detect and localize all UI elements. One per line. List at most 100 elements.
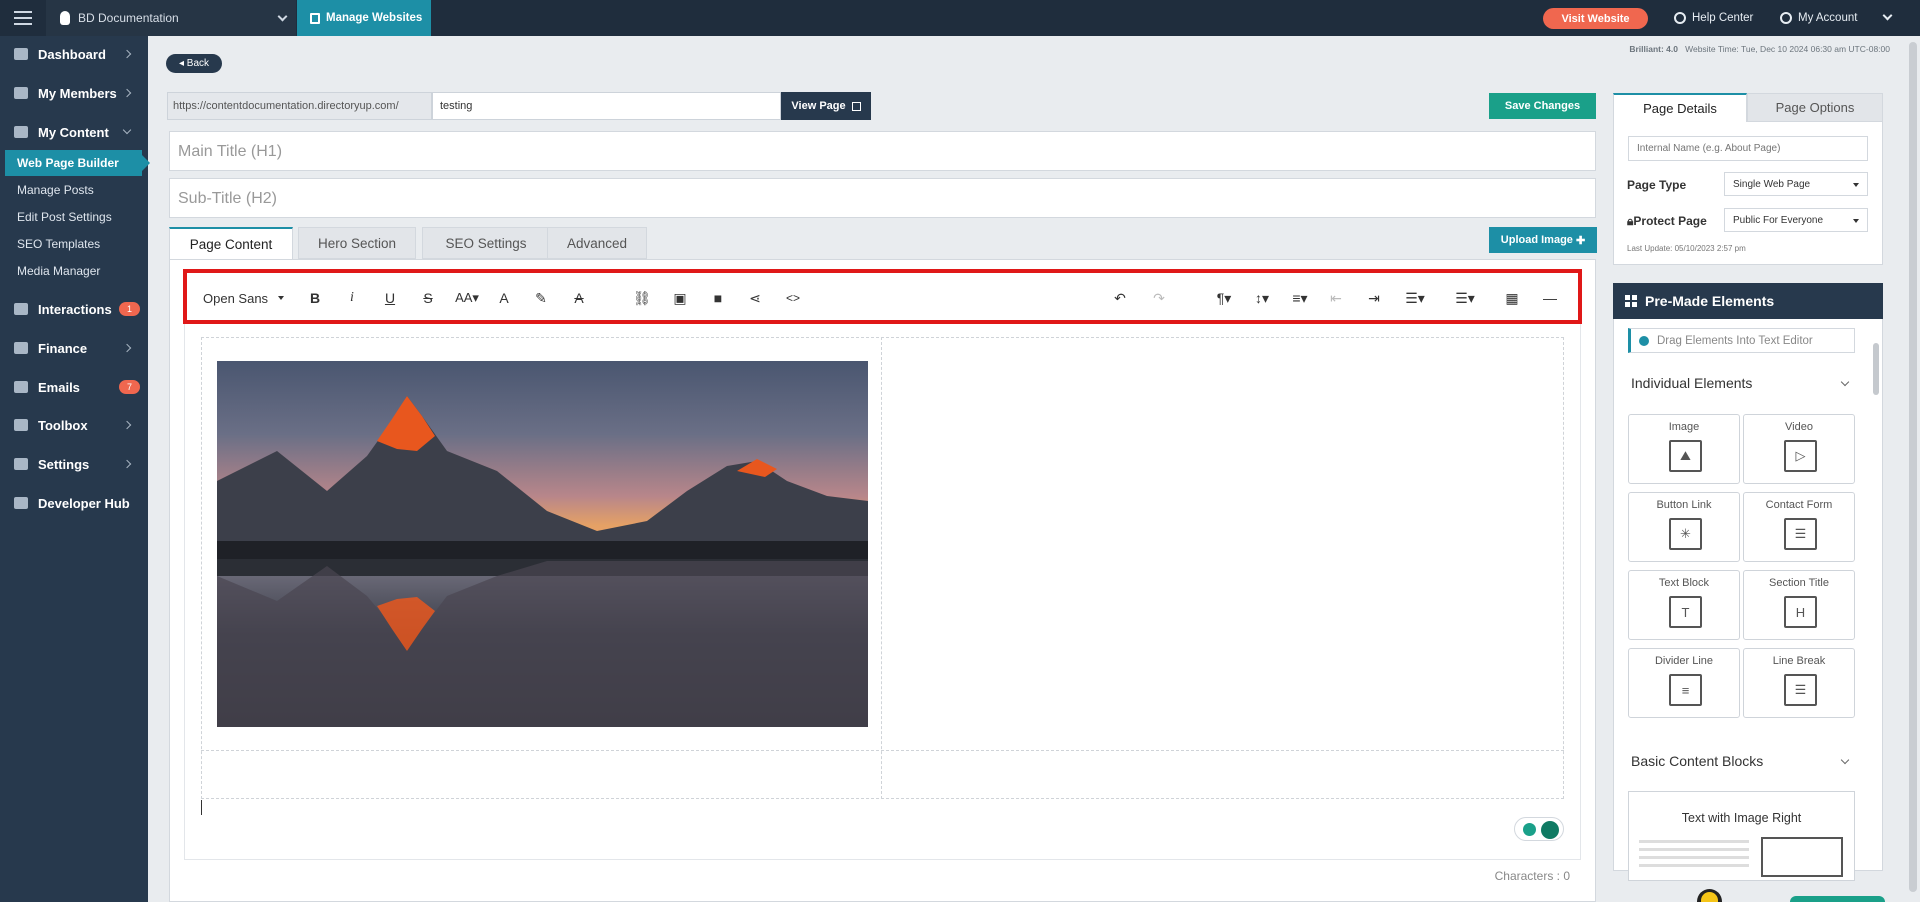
chat-button[interactable]: [1790, 896, 1885, 902]
italic-icon[interactable]: i: [341, 287, 363, 309]
undo-icon[interactable]: ↶: [1109, 287, 1131, 309]
element-button-link[interactable]: Button Link ✳: [1628, 492, 1740, 562]
info-icon: [1639, 335, 1649, 346]
sidebar-item-label: Dashboard: [38, 46, 106, 62]
visit-website-button[interactable]: Visit Website: [1543, 8, 1648, 29]
users-icon: [14, 87, 28, 99]
table-icon[interactable]: ▦: [1501, 287, 1523, 309]
element-divider-line[interactable]: Divider Line ≡: [1628, 648, 1740, 718]
site-switcher[interactable]: BD Documentation: [46, 0, 296, 36]
scrollbar-thumb[interactable]: [1909, 42, 1917, 892]
upload-image-button[interactable]: Upload Image ✚: [1489, 227, 1597, 253]
protect-page-value: Public For Everyone: [1733, 214, 1824, 226]
sidebar-item-my-content[interactable]: My Content: [0, 114, 148, 150]
bold-icon[interactable]: B: [304, 287, 326, 309]
element-contact-form[interactable]: Contact Form ☰: [1743, 492, 1855, 562]
chevron-down-icon[interactable]: [1882, 10, 1893, 21]
element-text-block[interactable]: Text Block T: [1628, 570, 1740, 640]
view-page-label: View Page: [791, 100, 846, 112]
sidebar-subitem-seo-templates[interactable]: SEO Templates: [0, 231, 148, 257]
element-line-break[interactable]: Line Break ☰: [1743, 648, 1855, 718]
sidebar-item-label: Toolbox: [38, 417, 88, 433]
chat-icon: [14, 303, 28, 315]
grammar-checker-badge[interactable]: [1514, 817, 1564, 841]
tab-page-details[interactable]: Page Details: [1613, 93, 1747, 122]
main-title-field[interactable]: Main Title (H1): [169, 131, 1596, 171]
highlight-icon[interactable]: ✎: [530, 287, 552, 309]
code-view-icon[interactable]: <>: [782, 287, 804, 309]
element-section-title[interactable]: Section Title H: [1743, 570, 1855, 640]
protect-page-select[interactable]: Public For Everyone: [1724, 208, 1868, 232]
element-image[interactable]: Image ⛰: [1628, 414, 1740, 484]
sidebar-item-developer-hub[interactable]: Developer Hub: [0, 485, 148, 521]
sidebar-subitem-edit-post-settings[interactable]: Edit Post Settings: [0, 204, 148, 230]
url-prefix: https://contentdocumentation.directoryup…: [167, 92, 432, 120]
image-icon[interactable]: ▣: [669, 287, 691, 309]
manage-websites-label: Manage Websites: [326, 12, 423, 24]
menu-toggle-icon[interactable]: [0, 0, 46, 36]
help-center-link[interactable]: Help Center: [1674, 0, 1753, 36]
line-height-icon[interactable]: ↕▾: [1248, 287, 1276, 309]
basic-content-blocks-heading[interactable]: Basic Content Blocks: [1631, 753, 1763, 769]
chevron-right-icon: [122, 49, 132, 59]
underline-icon[interactable]: U: [379, 287, 401, 309]
manage-websites-tab[interactable]: Manage Websites: [297, 0, 431, 36]
sidebar-subitem-manage-posts[interactable]: Manage Posts: [0, 177, 148, 203]
tab-advanced[interactable]: Advanced: [547, 227, 647, 259]
protect-page-label: 🔒︎Protect Page: [1627, 214, 1707, 229]
block-text-with-image-right[interactable]: Text with Image Right: [1628, 791, 1855, 881]
panel-scrollbar[interactable]: [1872, 325, 1880, 865]
page-type-select[interactable]: Single Web Page: [1724, 172, 1868, 196]
page-scrollbar[interactable]: [1906, 36, 1920, 902]
tab-page-options[interactable]: Page Options: [1747, 93, 1883, 122]
view-page-button[interactable]: View Page: [781, 92, 871, 120]
back-button[interactable]: ◂ Back: [166, 54, 222, 73]
sidebar-item-finance[interactable]: Finance: [0, 330, 148, 366]
gear-icon: [14, 458, 28, 470]
text-color-icon[interactable]: A: [493, 287, 515, 309]
link-icon[interactable]: ⛓: [631, 287, 653, 309]
mountain-lake-image[interactable]: [217, 361, 868, 727]
sidebar-item-toolbox[interactable]: Toolbox: [0, 407, 148, 443]
element-video[interactable]: Video ▷: [1743, 414, 1855, 484]
clear-format-icon[interactable]: A: [568, 287, 590, 309]
individual-elements-heading[interactable]: Individual Elements: [1631, 375, 1752, 391]
sidebar-item-dashboard[interactable]: Dashboard: [0, 36, 148, 72]
sidebar-item-settings[interactable]: Settings: [0, 446, 148, 482]
ordered-list-icon[interactable]: ☰▾: [1398, 287, 1432, 309]
premade-elements-header: Pre-Made Elements: [1613, 283, 1883, 319]
divider: [184, 859, 1581, 860]
mountain-lake-illustration: [217, 396, 868, 727]
tab-seo-settings[interactable]: SEO Settings: [422, 227, 550, 259]
pie-chart-icon: [14, 342, 28, 354]
sidebar-item-my-members[interactable]: My Members: [0, 75, 148, 111]
page-url-input[interactable]: [432, 92, 781, 120]
outdent-icon[interactable]: ⇤: [1325, 287, 1347, 309]
save-changes-button[interactable]: Save Changes: [1489, 93, 1596, 119]
last-update: Last Update: 05/10/2023 2:57 pm: [1627, 244, 1746, 253]
indent-icon[interactable]: ⇥: [1363, 287, 1385, 309]
font-family-select[interactable]: Open Sans: [203, 287, 295, 309]
unordered-list-icon[interactable]: ☰▾: [1448, 287, 1482, 309]
sidebar-subitem-media-manager[interactable]: Media Manager: [0, 258, 148, 284]
my-account-label: My Account: [1798, 12, 1858, 24]
chevron-down-icon: [277, 11, 288, 22]
internal-name-input[interactable]: [1628, 136, 1868, 161]
video-icon[interactable]: ■: [707, 287, 729, 309]
align-icon[interactable]: ≡▾: [1286, 287, 1314, 309]
redo-icon[interactable]: ↷: [1148, 287, 1170, 309]
strikethrough-icon[interactable]: S: [417, 287, 439, 309]
sub-title-field[interactable]: Sub-Title (H2): [169, 178, 1596, 218]
tab-hero-section[interactable]: Hero Section: [298, 227, 416, 259]
tab-page-content[interactable]: Page Content: [169, 227, 293, 259]
paragraph-format-icon[interactable]: ¶▾: [1210, 287, 1238, 309]
horizontal-line-icon[interactable]: —: [1539, 287, 1561, 309]
sidebar-item-interactions[interactable]: Interactions 1: [0, 291, 148, 327]
sidebar-item-emails[interactable]: Emails 7: [0, 369, 148, 405]
font-size-icon[interactable]: AA▾: [452, 287, 482, 309]
share-icon[interactable]: ⋖: [744, 287, 766, 309]
sidebar-subitem-web-page-builder[interactable]: Web Page Builder: [5, 150, 150, 176]
my-account-link[interactable]: My Account: [1780, 0, 1857, 36]
scrollbar-thumb[interactable]: [1873, 343, 1879, 395]
help-assistant-icon[interactable]: [1697, 889, 1722, 902]
